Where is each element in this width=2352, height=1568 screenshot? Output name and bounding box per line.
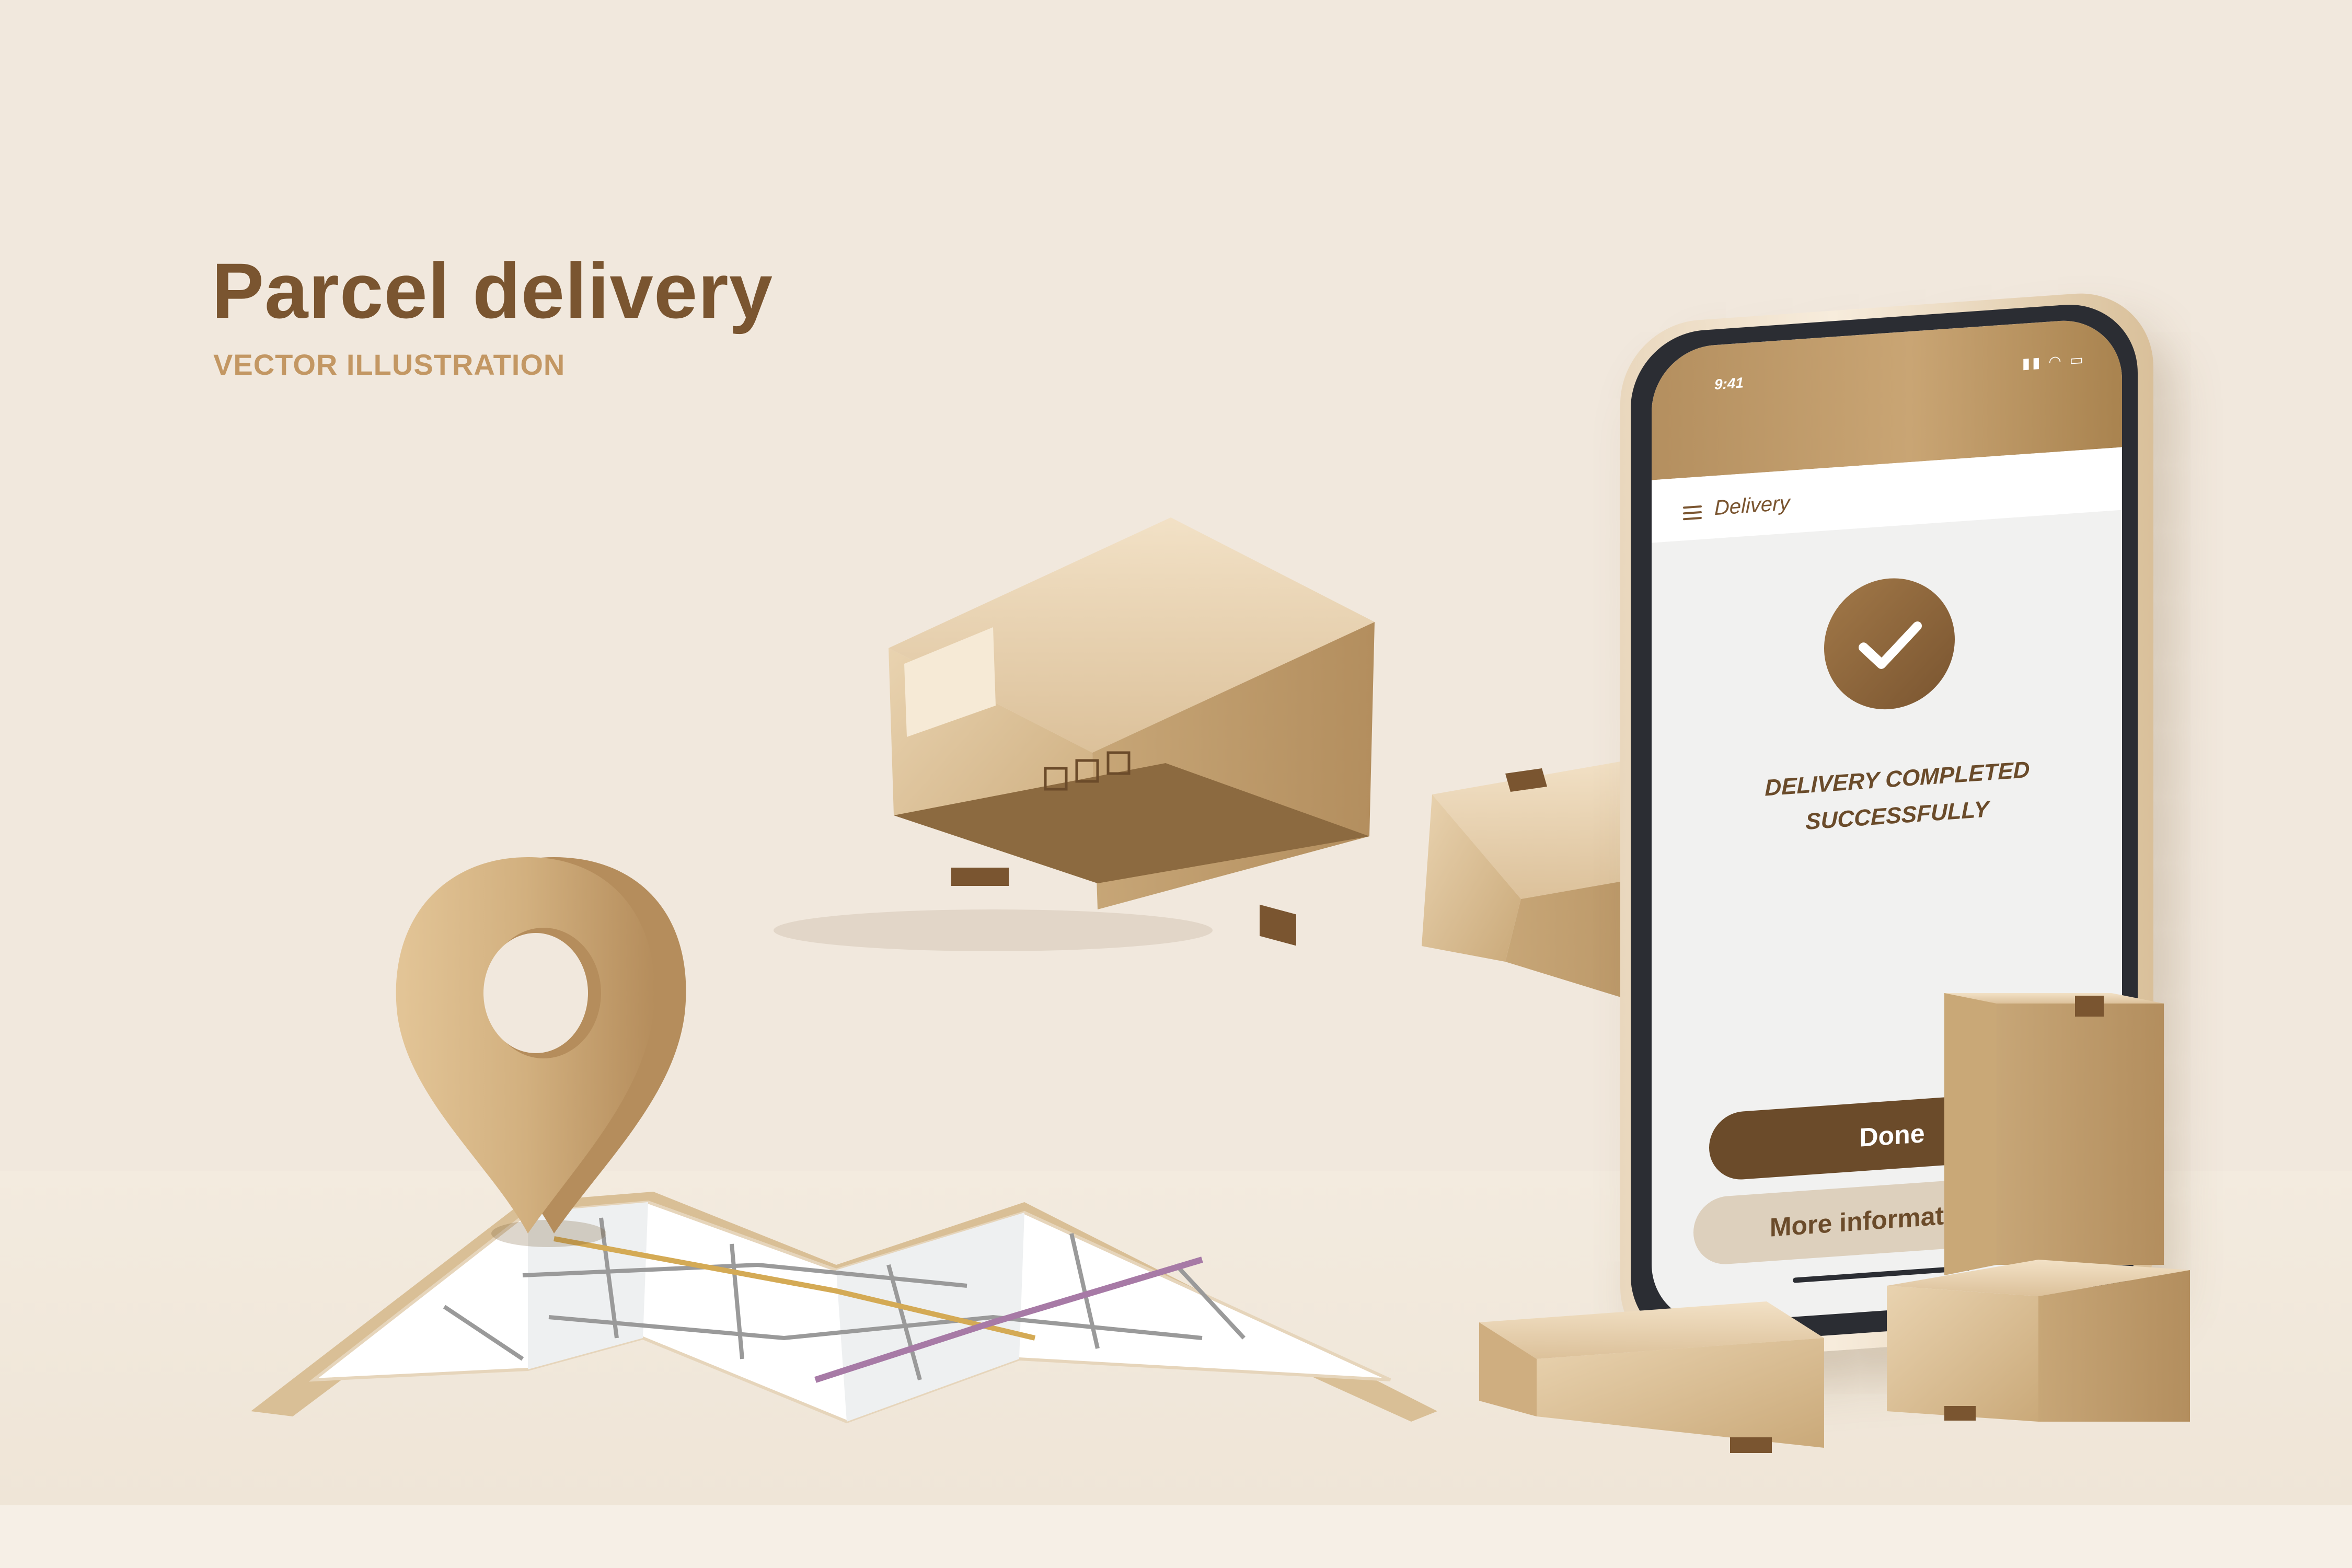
map-icon [251, 1192, 1437, 1424]
home-indicator [1793, 1265, 1970, 1283]
success-badge [1824, 574, 1955, 714]
status-time: 9:41 [1714, 374, 1744, 393]
smartphone: 9:41 ▮▮ ◠ ▭ Delivery DELIVERY COMPLETED … [1620, 288, 2153, 1366]
signal-wifi-battery-icon: ▮▮ ◠ ▭ [2022, 351, 2085, 372]
map-pin-icon [396, 857, 686, 1247]
checkmark-icon [1859, 621, 1922, 669]
delivery-status-message: DELIVERY COMPLETED SUCCESSFULLY [1765, 757, 2030, 835]
floating-box-large [774, 517, 1375, 951]
phone-screen: 9:41 ▮▮ ◠ ▭ Delivery DELIVERY COMPLETED … [1652, 316, 2122, 1327]
menu-icon[interactable] [1683, 505, 1702, 521]
app-title: Delivery [1714, 491, 1790, 520]
more-information-button[interactable]: More information [1693, 1173, 2059, 1267]
done-button[interactable]: Done [1709, 1088, 2075, 1182]
